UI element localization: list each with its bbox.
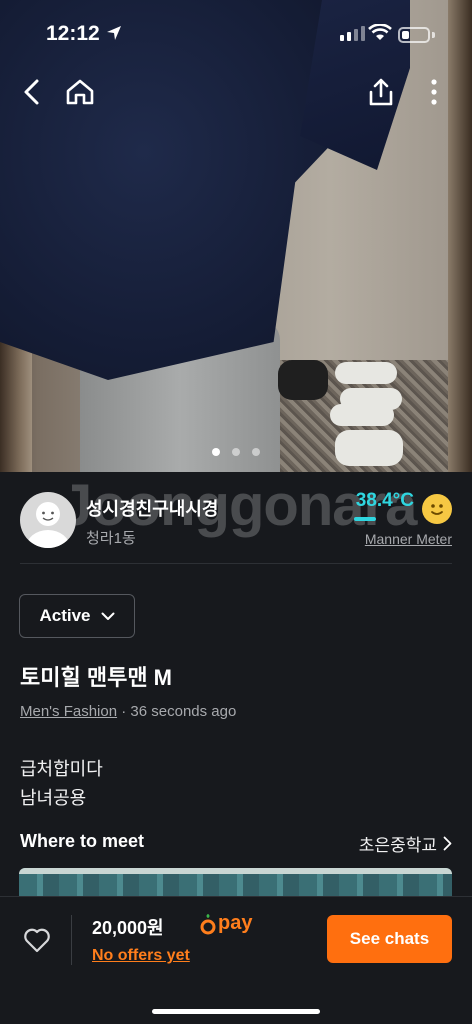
pager-dot[interactable] (232, 448, 240, 456)
share-button[interactable] (361, 72, 401, 112)
chevron-right-icon (443, 836, 452, 851)
home-indicator[interactable] (152, 1009, 320, 1014)
photo-pager[interactable] (0, 448, 472, 456)
category-link[interactable]: Men's Fashion (20, 703, 117, 720)
listing-title: 토미힐 맨투맨 M (20, 665, 172, 690)
carrot-icon (200, 913, 216, 934)
status-time: 12:12 (46, 22, 100, 45)
offers-link[interactable]: No offers yet (92, 947, 190, 965)
description-line: 급처합미다 (20, 759, 103, 779)
listing-meta: Men's Fashion · 36 seconds ago (20, 703, 236, 720)
manner-meter-link[interactable]: Manner Meter (365, 531, 452, 547)
cell-signal-icon (340, 26, 365, 41)
manner-temperature: 38.4°C (355, 490, 414, 511)
where-to-meet-heading: Where to meet (20, 831, 145, 851)
divider (20, 563, 452, 564)
listing-description: 급처합미다 남녀공용 (20, 755, 103, 813)
default-avatar-icon (26, 502, 70, 548)
seller-profile[interactable]: Joonggonara 성시경친구내시경 청라1동 38.4°C Manner … (0, 472, 472, 564)
smiley-face-icon (422, 494, 452, 524)
more-options-button[interactable] (414, 72, 454, 112)
avatar[interactable] (20, 492, 76, 548)
more-vertical-icon (431, 79, 437, 105)
photo-shoe (330, 404, 394, 426)
location-arrow-icon (106, 25, 122, 46)
product-photo[interactable] (0, 0, 472, 472)
battery-cap (432, 32, 435, 38)
home-button[interactable] (60, 72, 100, 112)
bottom-action-bar: 20,000원 pay No offers yet See chats (0, 896, 472, 1024)
meeting-place-link[interactable]: 초은중학교 (359, 831, 452, 856)
heart-icon (24, 928, 50, 953)
like-button[interactable] (22, 925, 52, 955)
listing-status-dropdown[interactable]: Active (19, 594, 135, 638)
photo-sneaker (278, 360, 328, 400)
carrot-pay-badge: pay (200, 912, 252, 935)
listing-status-label: Active (39, 606, 91, 625)
posted-time: · 36 seconds ago (117, 703, 237, 720)
back-button[interactable] (12, 72, 52, 112)
battery-icon (398, 27, 430, 43)
home-icon (66, 79, 94, 105)
meeting-place-label: 초은중학교 (358, 836, 437, 855)
photo-mirror-frame (448, 0, 472, 472)
wifi-icon (368, 23, 392, 47)
temperature-bar (354, 517, 376, 521)
chevron-down-icon (101, 612, 115, 620)
seller-area: 청라1동 (86, 530, 136, 547)
back-arrow-icon (24, 79, 39, 105)
pager-dot[interactable] (252, 448, 260, 456)
status-bar: 12:12 (0, 0, 472, 70)
seller-name[interactable]: 성시경친구내시경 (86, 495, 218, 521)
photo-shoe (335, 362, 397, 384)
share-icon (369, 78, 393, 106)
pay-label: pay (218, 912, 253, 934)
pager-dot-active[interactable] (212, 448, 220, 456)
description-line: 남녀공용 (20, 788, 87, 808)
vertical-divider (71, 915, 72, 965)
see-chats-button[interactable]: See chats (327, 915, 452, 963)
listing-price: 20,000원 (92, 918, 164, 938)
